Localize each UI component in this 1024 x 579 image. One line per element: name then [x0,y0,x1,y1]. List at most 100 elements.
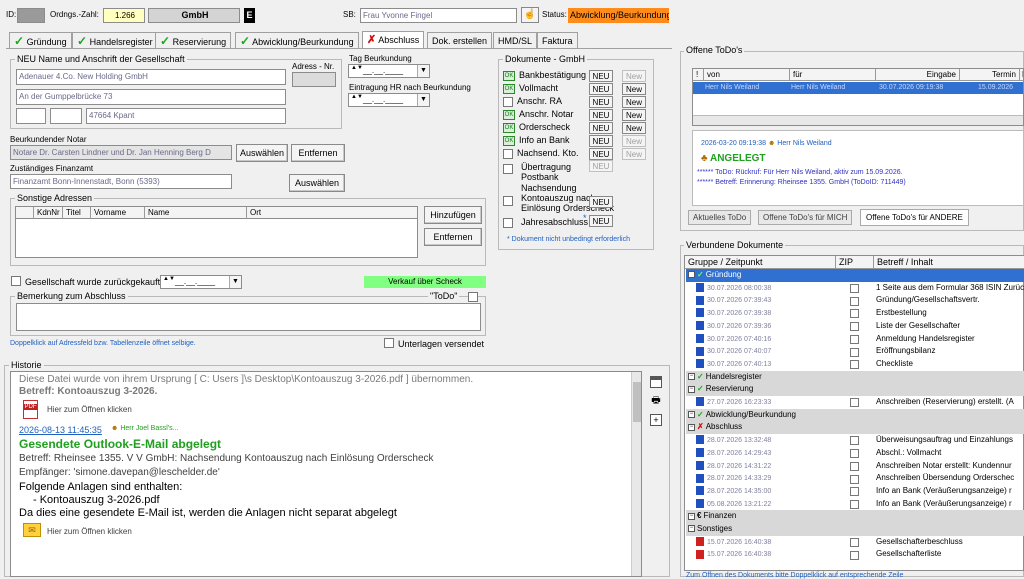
col-titel[interactable]: Titel [62,207,81,219]
zip-checkbox[interactable] [850,284,859,294]
document-row[interactable]: Gesellschafterbeschluss 15.07.2026 16:40:… [686,536,1024,549]
zip-checkbox[interactable] [850,474,859,484]
dokument-new-button[interactable]: New [622,135,646,147]
tab-reservierung[interactable]: ✓ Reservierung [155,32,232,49]
zip-checkbox[interactable] [850,499,859,509]
tab-hmd-sl[interactable]: HMD/SL [493,32,538,49]
finanzamt-select-button[interactable]: Auswählen [289,174,345,192]
collapse-icon[interactable]: − [688,423,695,431]
ordngs-field[interactable]: 1.266 [103,8,145,23]
document-row[interactable]: Gründung/Gesellschaftsvertr. 30.07.2026 0… [686,294,1024,307]
dokument-new-button[interactable]: New [622,109,646,121]
dokument-neu-button[interactable]: NEU [589,122,613,134]
company-zip-b[interactable] [50,108,82,124]
todo-row[interactable]: Herr Nils Weiland Herr Nils Weiland 30.0… [693,82,1023,94]
mail-icon[interactable]: ✉ [23,523,41,537]
pdf-icon[interactable]: PDF [23,400,38,419]
dokument-neu-button[interactable]: NEU [589,135,613,147]
zurueckgekauft-date[interactable]: ▲▼ __.__.____ ▼ [160,275,242,289]
zip-checkbox[interactable] [850,461,859,471]
dokument-checkbox[interactable] [503,148,513,159]
company-line1[interactable]: Adenauer 4.Co. New Holding GmbH [16,69,286,85]
dokument-neu-button[interactable]: NEU [589,109,613,121]
col-termin[interactable]: Termin [959,69,1019,81]
zip-checkbox[interactable] [850,322,859,332]
sb-picker-icon[interactable]: ☝ [521,7,539,23]
sonstige-remove-button[interactable]: Entfernen [424,228,482,246]
collapse-icon[interactable]: − [688,385,695,393]
tab-dok-erstellen[interactable]: Dok. erstellen [427,32,493,49]
document-group-row[interactable]: − € Finanzen [686,510,1024,523]
document-row[interactable]: Liste der Gesellschafter 30.07.2026 07:39… [686,320,1024,333]
dokument-neu-button[interactable]: NEU [589,148,613,160]
company-zip-a[interactable] [16,108,46,124]
collapse-icon[interactable]: − [688,271,695,279]
pdf-open-link[interactable]: Hier zum Öffnen klicken [47,405,132,414]
ok-checkbox[interactable]: OK [503,83,515,94]
document-row[interactable]: Überweisungsauftrag und Einzahlungs 28.07… [686,434,1024,447]
sb-field[interactable]: Frau Yvonne Fingel [360,8,517,23]
tab-faktura[interactable]: Faktura [537,32,578,49]
document-row[interactable]: Anmeldung Handelsregister 30.07.2026 07:4… [686,333,1024,346]
zip-checkbox[interactable] [850,398,859,408]
tab-abschluss[interactable]: ✗ Abschluss [362,31,425,49]
print-icon[interactable]: 🖶 [649,395,663,407]
jahresabschluss-checkbox[interactable] [503,218,513,228]
dokument-new-button[interactable]: New [622,148,646,160]
document-group-row[interactable]: − ✓ Handelsregister [686,370,1024,384]
zip-checkbox[interactable] [850,334,859,344]
window-icon[interactable] [650,376,662,388]
bemerkung-textarea[interactable] [16,303,481,331]
finanzamt-field[interactable]: Finanzamt Bonn-Innenstadt, Bonn (5393) [10,174,232,189]
todo-scrollbar[interactable] [693,115,1023,125]
collapse-icon[interactable]: − [688,525,695,533]
sonstige-table[interactable]: KdnNr Titel Vorname Name Ort [15,206,418,258]
col-priority[interactable]: ! [696,69,698,80]
ok-checkbox[interactable]: OK [503,122,515,133]
uebertragung-neu-button[interactable]: NEU [589,160,613,172]
tag-beurkundung-date[interactable]: ▲▼ __.__.____ ▼ [348,64,430,78]
col-gruppe[interactable]: Gruppe / Zeitpunkt [688,256,763,268]
document-row[interactable]: 1 Seite aus dem Formular 368 ISIN Zurück… [686,282,1024,295]
zip-checkbox[interactable] [850,550,859,560]
nachsendung-checkbox[interactable] [503,196,513,206]
ok-checkbox[interactable]: OK [503,109,515,120]
document-row[interactable]: Info an Bank (Veräußerungsanzeige) r 28.0… [686,485,1024,498]
sonstige-add-button[interactable]: Hinzufügen [424,206,482,224]
ok-checkbox[interactable]: OK [503,70,515,81]
dokument-checkbox[interactable] [503,96,513,107]
col-betreff[interactable]: Betreff / Inhalt [873,256,933,269]
document-group-row[interactable]: − ✓ Abwicklung/Beurkundung [686,408,1024,422]
notar-remove-button[interactable]: Entfernen [291,144,345,162]
document-row[interactable]: Erstbestellung 30.07.2026 07:39:38 [686,307,1024,320]
dokument-new-button[interactable]: New [622,96,646,108]
jahresabschluss-neu-button[interactable]: NEU [589,215,613,227]
historie-pane[interactable]: Diese Datei wurde von ihrem Ursprung [ C… [10,371,642,577]
todo-checkbox[interactable] [468,292,478,302]
zip-checkbox[interactable] [850,347,859,357]
todos-tab-mich[interactable]: Offene ToDo's für MICH [758,210,853,225]
col-name[interactable]: Name [144,207,169,219]
zip-checkbox[interactable] [850,360,859,370]
document-row[interactable]: Abschl.: Vollmacht 28.07.2026 14:29:43 [686,447,1024,460]
collapse-icon[interactable]: − [688,411,695,419]
document-row[interactable]: Info an Bank (Veräußerungsanzeige) r 05.0… [686,498,1024,511]
collapse-icon[interactable]: − [688,372,695,380]
col-vorname[interactable]: Vorname [90,207,126,219]
collapse-icon[interactable]: − [688,512,695,520]
col-ort[interactable]: Ort [246,207,261,219]
dokument-new-button[interactable]: New [622,83,646,95]
document-group-row[interactable]: − Sonstiges [686,523,1024,536]
document-group-row[interactable]: − ✓ Gründung [686,269,1024,282]
company-line2[interactable]: An der Gumppelbrücke 73 [16,89,286,105]
id-field[interactable] [17,8,45,23]
ok-checkbox[interactable]: OK [503,135,515,146]
notar-field[interactable]: Notare Dr. Carsten Lindner und Dr. Jan H… [10,145,232,160]
col-eingabe[interactable]: Eingabe [875,69,959,81]
dokument-new-button[interactable]: New [622,122,646,134]
eintragung-hr-date[interactable]: ▲▼ __.__.____ ▼ [348,93,430,107]
dokument-neu-button[interactable]: NEU [589,70,613,82]
dokument-neu-button[interactable]: NEU [589,96,613,108]
dokument-new-button[interactable]: New [622,70,646,82]
col-zip[interactable]: ZIP [835,256,853,269]
